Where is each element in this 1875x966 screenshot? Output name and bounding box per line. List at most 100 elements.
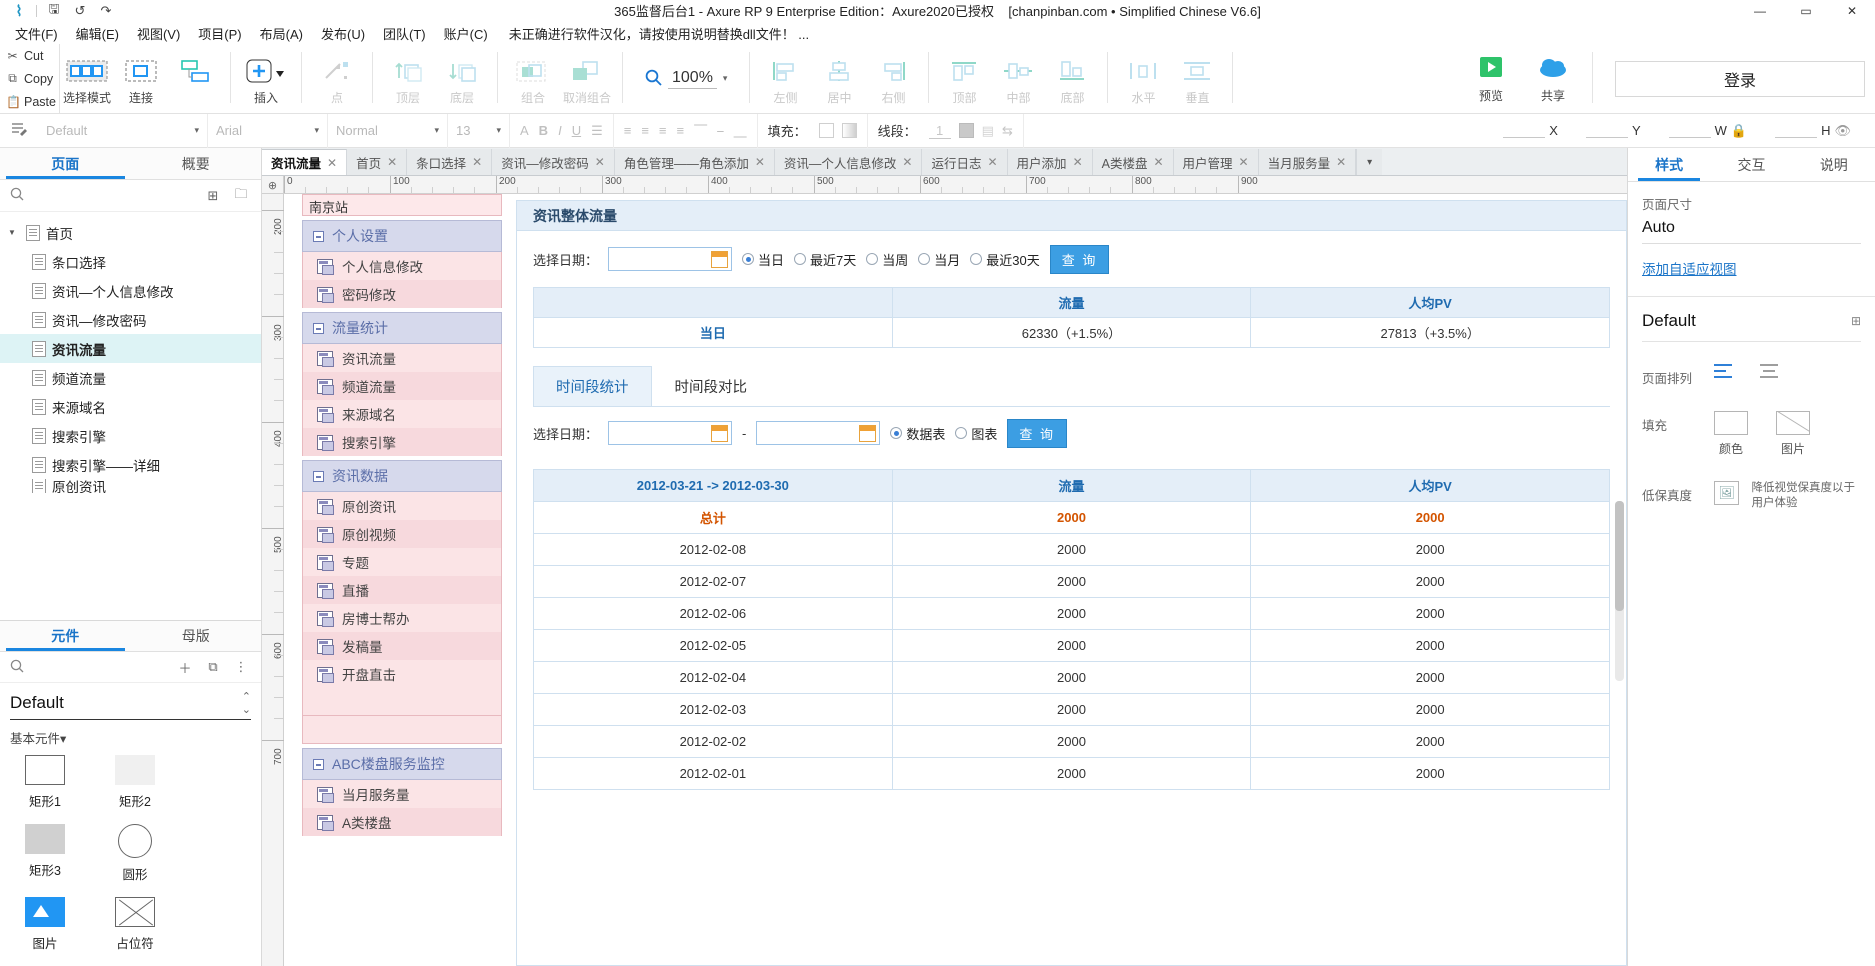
more-options-icon[interactable]: ⋮ (231, 659, 251, 675)
tree-item-channel-traffic[interactable]: 频道流量 (0, 363, 261, 392)
doc-tab-user-add[interactable]: 用户添加 ✕ (1007, 149, 1093, 175)
library-item-placeholder[interactable]: 占位符 (90, 896, 180, 952)
doc-tab-tiaokou[interactable]: 条口选择 ✕ (407, 149, 493, 175)
visibility-icon[interactable]: 👁 (1834, 123, 1851, 139)
doc-tab-role-add[interactable]: 角色管理——角色添加 ✕ (614, 149, 775, 175)
add-page-icon[interactable]: ⊞ (203, 188, 223, 204)
fill-image-option[interactable]: 图片 (1776, 411, 1810, 457)
tree-item-tiaokou[interactable]: 条口选择 (0, 247, 261, 276)
cut-button[interactable]: ✂ Cut (6, 45, 59, 66)
low-fidelity-icon[interactable]: 🖼 (1714, 481, 1740, 505)
calendar-icon[interactable] (711, 425, 729, 442)
valign-top-icon[interactable]: ⎺ (694, 123, 707, 139)
close-icon[interactable]: ✕ (1336, 155, 1346, 169)
distribute-horizontal-button[interactable]: 水平 (1116, 50, 1170, 105)
adaptive-view-link[interactable]: 添加自适应视图 (1628, 244, 1875, 292)
ungroup-button[interactable]: 取消组合 (560, 50, 614, 105)
font-color-icon[interactable]: A (520, 123, 529, 138)
detail-query-button[interactable]: 查 询 (1007, 418, 1068, 448)
tree-item-profile-edit[interactable]: 资讯—个人信息修改 (0, 276, 261, 305)
bullet-list-icon[interactable]: ☰ (591, 123, 603, 139)
close-icon[interactable]: ✕ (595, 155, 605, 169)
close-icon[interactable]: ✕ (902, 155, 912, 169)
radio-last30days[interactable]: 最近30天 (970, 250, 1040, 269)
prototype-item-search-engine[interactable]: 搜索引擎 (302, 428, 502, 456)
menu-item-account[interactable]: 账户(C) (435, 24, 497, 43)
prototype-group-personal[interactable]: 个人设置 (302, 220, 502, 252)
tree-item-source-domain[interactable]: 来源域名 (0, 392, 261, 421)
doc-tab-change-password[interactable]: 资讯—修改密码 ✕ (492, 149, 615, 175)
fill-gradient-swatch[interactable] (841, 123, 857, 138)
prototype-item-a-class[interactable]: A类楼盘 (302, 808, 502, 836)
close-icon[interactable]: ✕ (1153, 155, 1163, 169)
line-width-input[interactable]: 1 (928, 123, 951, 139)
library-item-rect1[interactable]: 矩形1 (0, 754, 90, 810)
share-button[interactable]: 共享 (1522, 54, 1584, 104)
menu-item-team[interactable]: 团队(T) (374, 24, 435, 43)
tab-masters[interactable]: 母版 (131, 621, 262, 651)
align-page-center-icon[interactable] (1760, 364, 1778, 378)
tree-item-original-news[interactable]: 原创资讯 (0, 479, 261, 493)
prototype-item-month-service[interactable]: 当月服务量 (302, 780, 502, 808)
tab-widgets[interactable]: 元件 (0, 621, 131, 652)
tab-interactions[interactable]: 交互 (1710, 148, 1792, 181)
duplicate-icon[interactable]: ⧉ (203, 659, 223, 675)
close-icon[interactable]: ✕ (387, 155, 397, 169)
line-arrow-icon[interactable]: ⇆ (1002, 123, 1013, 139)
style-edit-icon[interactable]: ⊞ (1851, 314, 1861, 328)
subtab-time-stats[interactable]: 时间段统计 (533, 366, 652, 406)
design-canvas[interactable]: 南京站 个人设置 个人信息修改 密码修改 流量统计 资讯流量 频道流量 来源域名… (284, 194, 1627, 966)
doc-tab-profile-edit[interactable]: 资讯—个人信息修改 ✕ (774, 149, 923, 175)
close-icon[interactable]: ✕ (327, 156, 337, 170)
menu-item-project[interactable]: 项目(P) (189, 24, 250, 43)
font-size-select[interactable]: 13 ▾ (448, 113, 510, 148)
calendar-icon[interactable] (711, 251, 729, 268)
valign-bottom-icon[interactable]: ⎽ (734, 123, 747, 139)
close-icon[interactable]: ✕ (472, 155, 482, 169)
align-left-button[interactable]: 左侧 (758, 50, 812, 105)
page-size-value[interactable]: Auto (1642, 219, 1861, 244)
library-item-rect2[interactable]: 矩形2 (90, 754, 180, 810)
fill-color-option[interactable]: 颜色 (1714, 411, 1748, 457)
prototype-item-password[interactable]: 密码修改 (302, 280, 502, 308)
connect-button[interactable] (168, 50, 222, 105)
align-center-button[interactable]: 居中 (812, 50, 866, 105)
tab-notes[interactable]: 说明 (1793, 148, 1875, 181)
insert-button[interactable]: 插入 (239, 50, 293, 105)
style-select[interactable]: Default ▾ (38, 113, 208, 148)
chevron-down-icon[interactable]: ▾ (723, 73, 728, 84)
doc-tab-home[interactable]: 首页 ✕ (347, 149, 408, 175)
valign-middle-icon[interactable]: ⎯ (717, 123, 724, 139)
prototype-item-news-traffic[interactable]: 资讯流量 (302, 344, 502, 372)
select-mode-button[interactable]: 选择模式 (60, 50, 114, 105)
tree-item-home[interactable]: ▼ 首页 (0, 218, 261, 247)
add-library-icon[interactable]: ＋ (175, 658, 195, 677)
underline-icon[interactable]: U (572, 123, 581, 138)
bring-front-button[interactable]: 顶层 (381, 50, 435, 105)
tab-style[interactable]: 样式 (1628, 148, 1710, 181)
prototype-item-fangboshi[interactable]: 房博士帮办 (302, 604, 502, 632)
doc-tab-month-service[interactable]: 当月服务量 ✕ (1258, 149, 1357, 175)
h-field[interactable]: H 👁 (1761, 123, 1865, 139)
prototype-item-open-live[interactable]: 开盘直击 (302, 660, 502, 688)
add-folder-icon[interactable]: 🗀 (231, 185, 251, 207)
scrollbar-thumb[interactable] (1615, 501, 1624, 611)
prototype-item-profile-edit[interactable]: 个人信息修改 (302, 252, 502, 280)
line-color-swatch[interactable] (958, 123, 974, 138)
save-icon[interactable]: 🖫 (41, 1, 67, 21)
minimize-button[interactable]: — (1737, 0, 1783, 22)
align-page-left-icon[interactable] (1714, 364, 1732, 378)
radio-this-week[interactable]: 当周 (866, 250, 908, 269)
tabbar-overflow-button[interactable]: ▾ (1356, 149, 1383, 175)
subtab-time-compare[interactable]: 时间段对比 (652, 366, 771, 406)
prototype-item-publish-count[interactable]: 发稿量 (302, 632, 502, 660)
radio-chart[interactable]: 图表 (955, 424, 997, 443)
preview-button[interactable]: 预览 (1460, 54, 1522, 104)
style-brush-icon[interactable] (10, 121, 28, 140)
chevron-down-icon[interactable]: ▼ (8, 228, 20, 237)
x-field[interactable]: X (1489, 123, 1572, 138)
fill-color-swatch[interactable] (818, 123, 834, 138)
maximize-button[interactable]: ▭ (1783, 0, 1829, 22)
y-field[interactable]: Y (1572, 123, 1655, 138)
prototype-item-original-news[interactable]: 原创资讯 (302, 492, 502, 520)
